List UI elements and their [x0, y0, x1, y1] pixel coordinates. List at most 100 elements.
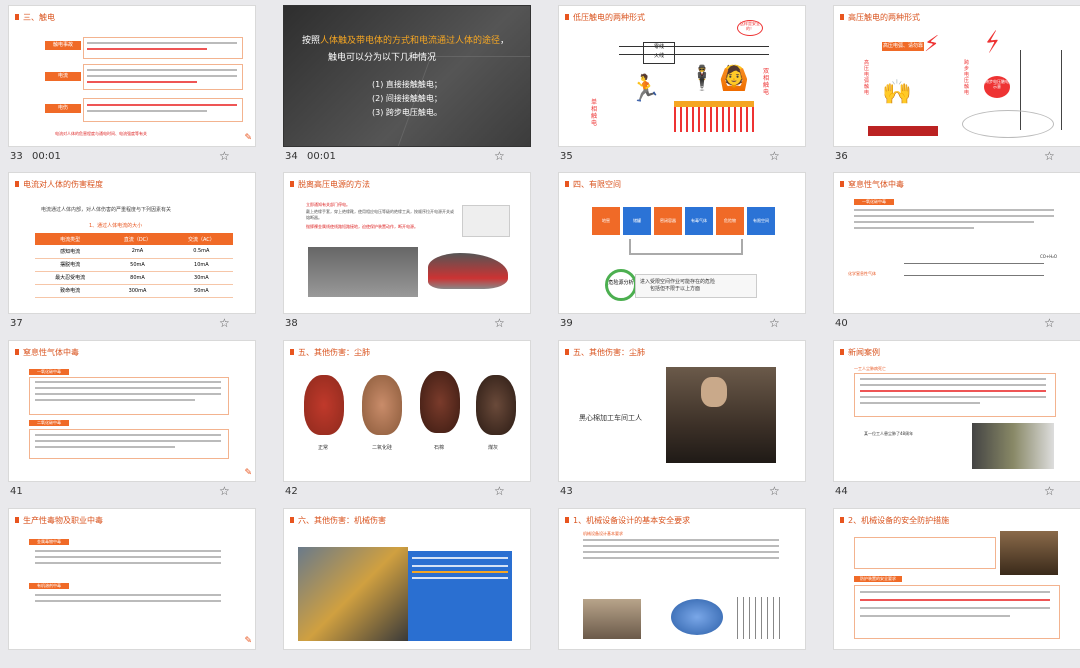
text-line [35, 393, 221, 395]
current-table: 电流类型 直流（DC） 交流（AC） 感知电流 2mA 0.5mA 摆脱电流 50mA 10… [35, 233, 233, 298]
glove-image [462, 205, 510, 237]
table-header: 交流（AC） [187, 236, 215, 243]
star-outline-icon[interactable]: ☆ [1044, 149, 1055, 163]
text-line [860, 396, 1046, 398]
slide-title: 新闻案例 [840, 348, 880, 357]
news-headline: 一工人尘肺病死亡 [854, 366, 886, 371]
grid-floor [674, 107, 754, 132]
text-line [87, 75, 237, 77]
slide-thumbnail-35[interactable]: 低压触电的两种形式 零线 火线 这样是安全的！ 🏃 🕴 🙆 单相触电 双相触电 … [558, 5, 806, 165]
star-outline-icon[interactable]: ☆ [494, 316, 505, 330]
subhead-tag: 一氧化碳中毒 [29, 369, 69, 375]
category-box: 有毒气体 [685, 207, 713, 235]
slide-thumbnail-42[interactable]: 五、其他伤害：尘肺 正常 二氧化硅 石棉 煤灰 42 ☆ [283, 340, 531, 500]
slide-title: 2、机械设备的安全防护措施 [839, 516, 950, 525]
label-vertical: 高压电弧触电 [864, 60, 870, 96]
slide-number: 44 [835, 486, 848, 497]
slide-thumbnail-37[interactable]: 电流对人体的伤害程度 电流通过人体内部，对人体伤害的严重程度与下列因素有关 1、… [8, 172, 256, 332]
star-outline-icon[interactable]: ☆ [1044, 484, 1055, 498]
label-tag: 电伤 [45, 104, 81, 113]
category-box: 储罐 [623, 207, 651, 235]
star-outline-icon[interactable]: ☆ [219, 149, 230, 163]
slide-thumbnail-39[interactable]: 四、有限空间 地窖 储罐 密闭容器 有毒气体 危险物 有限空间 危险源分析 进入… [558, 172, 806, 332]
category-box: 地窖 [592, 207, 620, 235]
text-line [35, 387, 221, 389]
category-box: 有限空间 [747, 207, 775, 235]
text-line [412, 557, 508, 559]
text-line [35, 399, 195, 401]
label-two-phase: 双相触电 [763, 68, 770, 96]
star-outline-icon[interactable]: ☆ [769, 316, 780, 330]
slide-title: 三、触电 [15, 13, 55, 22]
label-tag: 电流 [45, 72, 81, 81]
slide-timing: 00:01 [32, 151, 61, 162]
slide-thumbnail-46[interactable]: 六、其他伤害：机械伤害 [283, 508, 531, 668]
safety-shoe-image [428, 253, 508, 289]
text-line [860, 390, 1046, 392]
slide-subheading: 触电可以分为以下几种情况 [328, 53, 437, 63]
table-cell: 2mA [131, 248, 144, 255]
text-line [35, 594, 221, 596]
info-bubble: 跨步电压触电示意 [984, 76, 1010, 98]
slide-title: 六、其他伤害：机械伤害 [290, 516, 386, 525]
text-line [860, 378, 1046, 380]
slide-title: 生产性毒物及职业中毒 [15, 516, 103, 525]
text-line [412, 571, 508, 573]
text-line [860, 384, 1046, 386]
table-cell: 10mA [194, 261, 209, 268]
table-cell: 80mA [130, 274, 145, 281]
star-outline-icon[interactable]: ☆ [769, 149, 780, 163]
label-tag: 高压电弧、请勿靠近 [882, 42, 924, 58]
star-outline-icon[interactable]: ☆ [1044, 316, 1055, 330]
subtitle: 1、通过人体电流的大小 [89, 223, 143, 229]
slide-footer: 电流对人体的危害程度与通电时间、电流强度等有关 [55, 131, 147, 136]
list-item: (2) 间接接触触电； [372, 94, 442, 103]
list-item: (3) 跨步电压触电。 [372, 108, 442, 117]
slide-thumbnail-36[interactable]: 高压触电的两种形式 高压电弧、请勿靠近 ⚡ ⚡ 高压电弧触电 跨步电压触电 🙌 … [833, 5, 1080, 165]
text-line [860, 615, 1010, 617]
news-photo [972, 423, 1054, 469]
star-outline-icon[interactable]: ☆ [219, 484, 230, 498]
speech-bubble: 这样是安全的！ [737, 20, 763, 36]
subhead-tag: 金属毒物中毒 [29, 539, 69, 545]
slide-number: 39 [560, 318, 573, 329]
ground-circle [962, 110, 1054, 138]
lung-image-silica [362, 375, 402, 435]
equation-label: CO+H₂O [1040, 254, 1058, 259]
star-outline-icon[interactable]: ☆ [219, 316, 230, 330]
slide-thumbnail-34[interactable]: 按照人体触及带电体的方式和电流通过人体的途径， 触电可以分为以下几种情况 (1)… [283, 5, 531, 165]
bullet-text: 抛掷裸金属线使线路短路接地，迫使保护装置动作，断开电源。 [306, 224, 418, 229]
slide-number: 42 [285, 486, 298, 497]
slide-thumbnail-47[interactable]: 1、机械设备设计的基本安全要求 机械设备设计基本要求 [558, 508, 806, 668]
slide-number: 33 [10, 151, 23, 162]
machine-photo [1000, 531, 1058, 575]
slide-title: 四、有限空间 [565, 180, 621, 189]
table-cell: 0.5mA [193, 248, 210, 255]
slide-thumbnail-40[interactable]: 窒息性气体中毒 一氧化碳中毒 化学窒息性气体 CO+H₂O 40 ☆ [833, 172, 1080, 332]
slide-thumbnail-44[interactable]: 新闻案例 一工人尘肺病死亡 某一位工人患尘肺了48周年 44 ☆ [833, 340, 1080, 500]
slide-number: 35 [560, 151, 573, 162]
subhead-tag: 防护装置的安全要求 [854, 576, 902, 582]
lung-image-normal [304, 375, 344, 435]
slide-title: 窒息性气体中毒 [15, 348, 79, 357]
slide-thumbnail-33[interactable]: 三、触电 触电事故 电流 电伤 电流对人体的危害程度与通电时间、电流强度等有关 … [8, 5, 256, 165]
wire [619, 46, 769, 47]
text-box [83, 64, 243, 90]
equipment-photo [308, 247, 418, 297]
slide-thumbnail-48[interactable]: 2、机械设备的安全防护措施 防护装置的安全要求 [833, 508, 1080, 668]
star-outline-icon[interactable]: ☆ [494, 484, 505, 498]
text-line [35, 434, 221, 436]
banner-subtext: 包括但不限于以上方面 [650, 286, 701, 292]
slide-title: 脱离高压电源的方法 [290, 180, 370, 189]
slide-number: 43 [560, 486, 573, 497]
slide-thumbnail-41[interactable]: 窒息性气体中毒 一氧化碳中毒 二氧化碳中毒 ✎ 41 ☆ [8, 340, 256, 500]
slide-thumbnail-43[interactable]: 五、其他伤害：尘肺 黑心棉加工车间工人 43 ☆ [558, 340, 806, 500]
star-outline-icon[interactable]: ☆ [769, 484, 780, 498]
slide-thumbnail-45[interactable]: 生产性毒物及职业中毒 金属毒物中毒 有机溶剂中毒 ✎ [8, 508, 256, 668]
star-outline-icon[interactable]: ☆ [494, 149, 505, 163]
label-tag: 触电事故 [45, 41, 81, 50]
slide-timing: 00:01 [307, 151, 336, 162]
subhead: 机械设备设计基本要求 [583, 531, 623, 536]
slide-thumbnail-38[interactable]: 脱离高压电源的方法 立即通知有关部门停电。 戴上绝缘手套，穿上绝缘靴，使用相应电… [283, 172, 531, 332]
slide-title: 五、其他伤害：尘肺 [290, 348, 370, 357]
